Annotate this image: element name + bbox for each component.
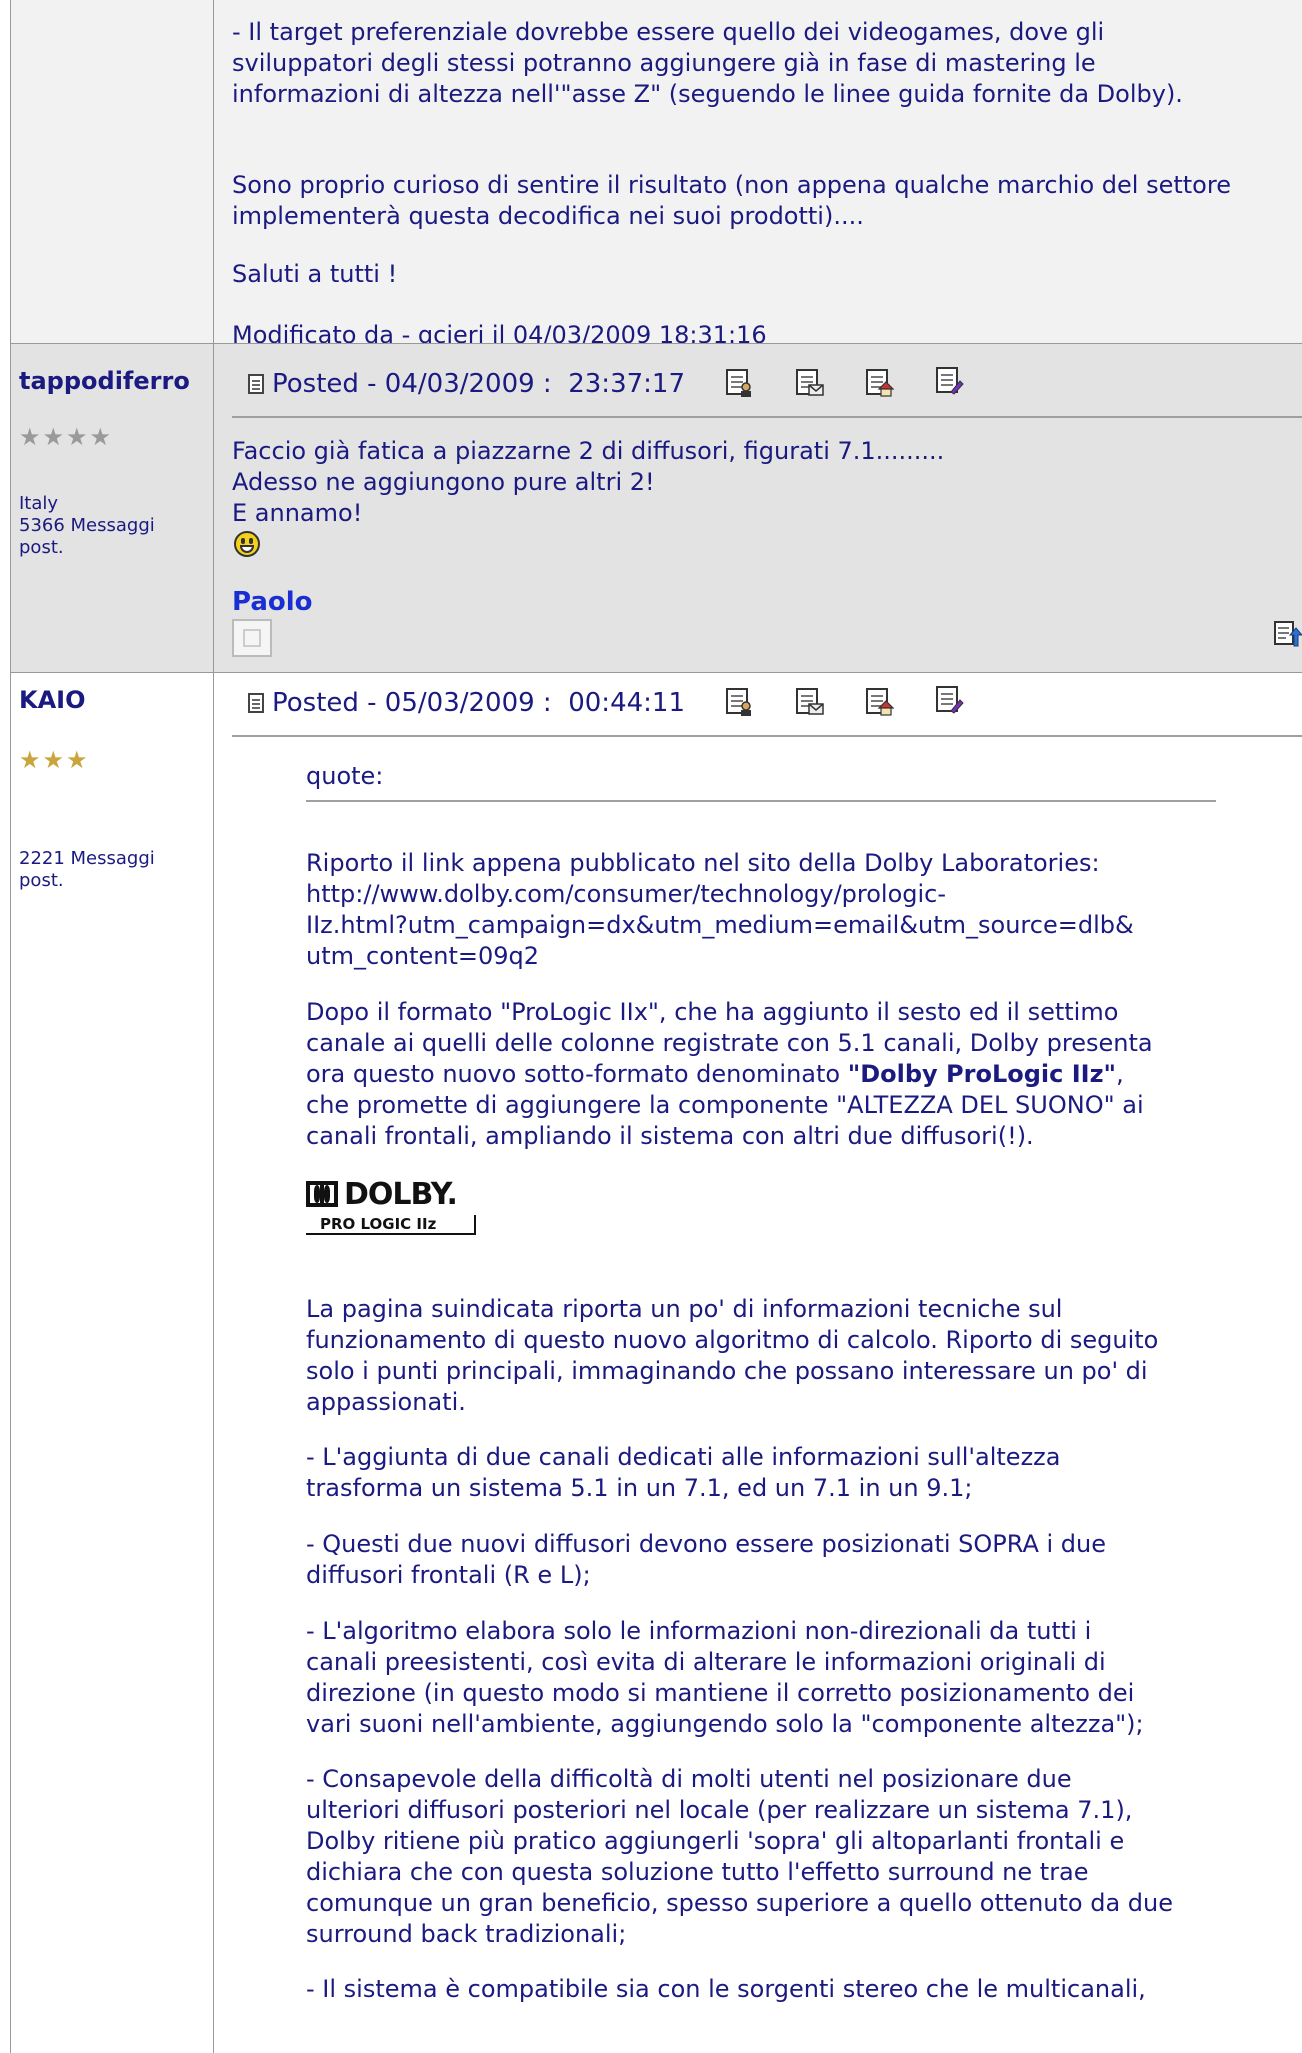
quote-paragraph: - Questi due nuovi diffusori devono esse… (306, 1529, 1106, 1591)
post-body: Posted - 05/03/2009 : 00:44:11 quote: Ri… (224, 672, 1302, 2053)
text-line: Adesso ne aggiungono pure altri 2! (232, 468, 655, 496)
greeting-text: Saluti a tutti ! (232, 260, 398, 288)
rank-stars: ★★★★ (19, 423, 114, 451)
dolby-prologic-logo: DOLBY. PRO LOGIC IIz (306, 1177, 486, 1237)
text-line: trasforma un sistema 5.1 in un 7.1, ed u… (306, 1474, 973, 1502)
dolby-link[interactable]: http://www.dolby.com/consumer/technology… (306, 879, 1134, 910)
profile-icon[interactable] (724, 686, 754, 716)
author-info: Italy 5366 Messaggi post. (19, 493, 155, 559)
email-icon[interactable] (794, 367, 824, 397)
homepage-icon[interactable] (864, 686, 894, 716)
post-body: - Il target preferenziale dovrebbe esser… (224, 0, 1302, 349)
text-line: - Il sistema è compatibile sia con le so… (306, 1975, 1146, 2003)
text-line: sviluppatori degli stessi potranno aggiu… (232, 49, 1096, 77)
quote-paragraph: - L'aggiunta di due canali dedicati alle… (306, 1442, 1060, 1504)
broken-image-icon (232, 619, 272, 657)
text-line: - Questi due nuovi diffusori devono esse… (306, 1530, 1107, 1558)
text-line: E annamo! (232, 499, 363, 527)
post-icon (248, 693, 264, 713)
text-line: La pagina suindicata riporta un po' di i… (306, 1295, 1063, 1323)
post-row-2: tappodiferro ★★★★ Italy 5366 Messaggi po… (10, 343, 1302, 672)
signature-link[interactable]: Paolo (232, 587, 313, 617)
text-line: informazioni di altezza nell'"asse Z" (s… (232, 80, 1183, 108)
author-location: Italy (19, 493, 59, 514)
quote-label: quote: (306, 762, 384, 790)
dolby-link[interactable]: IIz.html?utm_campaign=dx&utm_medium=emai… (306, 910, 1134, 941)
text-line: Faccio già fatica a piazzarne 2 di diffu… (232, 437, 945, 465)
header-separator (232, 735, 1302, 737)
author-column: tappodiferro ★★★★ Italy 5366 Messaggi po… (10, 343, 214, 672)
email-icon[interactable] (794, 686, 824, 716)
text-line: funzionamento di questo nuovo algoritmo … (306, 1326, 1159, 1354)
quote-paragraph: La pagina suindicata riporta un po' di i… (306, 1294, 1158, 1418)
post-paragraph: Faccio già fatica a piazzarne 2 di diffu… (232, 436, 944, 529)
bold-format-name: "Dolby ProLogic IIz" (847, 1060, 1117, 1088)
text-line: solo i punti principali, immaginando che… (306, 1357, 1148, 1385)
author-username[interactable]: KAIO (19, 686, 86, 714)
post-header: Posted - 04/03/2009 : 23:37:17 (248, 369, 685, 399)
author-post-count: 5366 Messaggi (19, 515, 155, 536)
text-line: appassionati. (306, 1388, 466, 1416)
logo-subtitle: PRO LOGIC IIz (320, 1215, 437, 1233)
laughing-smiley-icon (234, 531, 260, 557)
quote-paragraph: Riporto il link appena pubblicato nel si… (306, 848, 1134, 972)
post-row-1: - Il target preferenziale dovrebbe esser… (10, 0, 1302, 349)
text-line: ora questo nuovo sotto-formato denominat… (306, 1059, 1153, 1090)
text-line: Sono proprio curioso di sentire il risul… (232, 171, 1231, 199)
text-line: vari suoni nell'ambiente, aggiungendo so… (306, 1710, 1144, 1738)
post-paragraph: - Il target preferenziale dovrebbe esser… (232, 17, 1183, 110)
author-post-count-suffix: post. (19, 537, 64, 558)
reply-quote-icon[interactable] (1272, 619, 1302, 649)
text-line: surround back tradizionali; (306, 1920, 627, 1948)
text-line: implementerà questa decodifica nei suoi … (232, 202, 864, 230)
text-line: - Il target preferenziale dovrebbe esser… (232, 18, 1105, 46)
quote-paragraph: - Consapevole della difficoltà di molti … (306, 1764, 1173, 1950)
text-line: ulteriori diffusori posteriori nel local… (306, 1796, 1133, 1824)
author-post-count: 2221 Messaggi (19, 848, 155, 869)
quote-paragraph: Dopo il formato "ProLogic IIx", che ha a… (306, 997, 1153, 1152)
edit-icon[interactable] (934, 684, 964, 714)
quote-separator (306, 800, 1216, 802)
author-info: 2221 Messaggi post. (19, 848, 155, 892)
author-column: KAIO ★★★ 2221 Messaggi post. (10, 672, 214, 2053)
logo-wordmark: DOLBY. (344, 1177, 458, 1212)
text-line: Dolby ritiene più pratico aggiungerli 's… (306, 1827, 1125, 1855)
post-body: Posted - 04/03/2009 : 23:37:17 Faccio gi… (224, 343, 1302, 672)
text-line: Dopo il formato "ProLogic IIx", che ha a… (306, 998, 1119, 1026)
rank-stars: ★★★ (19, 746, 90, 774)
post-paragraph: Sono proprio curioso di sentire il risul… (232, 170, 1231, 232)
text-line: diffusori frontali (R e L); (306, 1561, 591, 1589)
dolby-link[interactable]: utm_content=09q2 (306, 941, 1134, 972)
author-post-count-suffix: post. (19, 870, 64, 891)
header-separator (232, 416, 1302, 418)
text-line: dichiara che con questa soluzione tutto … (306, 1858, 1089, 1886)
profile-icon[interactable] (724, 367, 754, 397)
text-line: Riporto il link appena pubblicato nel si… (306, 849, 1100, 877)
post-date: Posted - 04/03/2009 : 23:37:17 (272, 369, 685, 399)
quote-paragraph: - Il sistema è compatibile sia con le so… (306, 1974, 1146, 2005)
text-line: comunque un gran beneficio, spesso super… (306, 1889, 1173, 1917)
post-icon (248, 374, 264, 394)
forum-thread: - Il target preferenziale dovrebbe esser… (0, 0, 1302, 2053)
author-username[interactable]: tappodiferro (19, 367, 190, 395)
quote-paragraph: - L'algoritmo elabora solo le informazio… (306, 1616, 1144, 1740)
post-row-3: KAIO ★★★ 2221 Messaggi post. Posted - 05… (10, 672, 1302, 2053)
text-line: - Consapevole della difficoltà di molti … (306, 1765, 1072, 1793)
text-line: canali preesistenti, così evita di alter… (306, 1648, 1106, 1676)
text-line: che promette di aggiungere la componente… (306, 1091, 1144, 1119)
post-header: Posted - 05/03/2009 : 00:44:11 (248, 688, 685, 718)
text-line: - L'aggiunta di due canali dedicati alle… (306, 1443, 1061, 1471)
edit-icon[interactable] (934, 365, 964, 395)
text-span: ora questo nuovo sotto-formato denominat… (306, 1060, 848, 1088)
text-line: direzione (in questo modo si mantiene il… (306, 1679, 1135, 1707)
post-date: Posted - 05/03/2009 : 00:44:11 (272, 688, 685, 718)
author-column (10, 0, 214, 343)
homepage-icon[interactable] (864, 367, 894, 397)
text-line: canale ai quelli delle colonne registrat… (306, 1029, 1153, 1057)
text-line: - L'algoritmo elabora solo le informazio… (306, 1617, 1092, 1645)
text-line: canali frontali, ampliando il sistema co… (306, 1122, 1034, 1150)
text-span: , (1116, 1060, 1124, 1088)
